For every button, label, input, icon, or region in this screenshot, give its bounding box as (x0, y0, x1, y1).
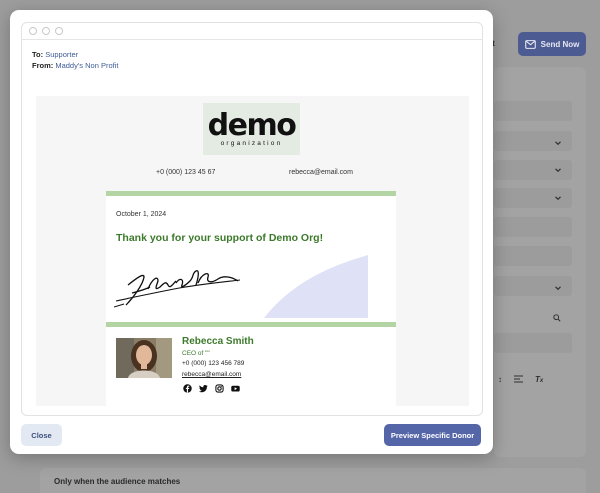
settings-field[interactable] (494, 246, 572, 266)
preview-specific-donor-button[interactable]: Preview Specific Donor (384, 424, 481, 446)
social-links (183, 384, 240, 393)
header-email: rebecca@email.com (289, 169, 353, 176)
settings-field[interactable] (494, 101, 572, 121)
settings-field[interactable] (494, 217, 572, 237)
settings-field[interactable] (494, 333, 572, 353)
chevron-down-icon[interactable] (554, 139, 562, 147)
audience-label: Only when the audience matches (54, 477, 181, 486)
organization-logo: demo organization (203, 103, 300, 155)
profile-photo (116, 338, 172, 378)
from-value: Maddy's Non Profit (55, 61, 119, 70)
to-line: To: Supporter (32, 49, 482, 60)
preview-modal: To: Supporter From: Maddy's Non Profit d… (10, 10, 493, 454)
chevron-down-icon[interactable] (554, 166, 562, 174)
send-now-button[interactable]: Send Now (518, 32, 586, 56)
text-align-icon[interactable] (514, 375, 523, 383)
to-label: To: (32, 50, 44, 59)
signer-email-link[interactable]: rebecca@email.com (182, 371, 241, 378)
window-dot (55, 27, 63, 35)
window-dot (42, 27, 50, 35)
close-button[interactable]: Close (21, 424, 62, 446)
email-card: October 1, 2024 Thank you for your suppo… (106, 191, 396, 406)
email-date: October 1, 2024 (116, 211, 167, 218)
decorative-wedge (264, 255, 368, 318)
from-line: From: Maddy's Non Profit (32, 60, 482, 71)
clear-format-icon[interactable]: Tx (535, 375, 543, 384)
to-value: Supporter (45, 50, 79, 59)
logo-subtitle: organization (220, 140, 283, 147)
signer-phone: +0 (000) 123 456 789 (182, 360, 245, 367)
instagram-icon[interactable] (215, 384, 224, 393)
window-bar (22, 23, 482, 40)
email-body: demo organization +0 (000) 123 45 67 reb… (36, 96, 469, 406)
twitter-icon[interactable] (199, 384, 208, 393)
logo-word: demo (207, 108, 297, 143)
facebook-icon[interactable] (183, 384, 192, 393)
header-phone: +0 (000) 123 45 67 (156, 169, 216, 176)
window-dot (29, 27, 37, 35)
line-height-icon[interactable]: ↕ (498, 375, 502, 384)
email-headline: Thank you for your support of Demo Org! (116, 232, 324, 244)
chevron-down-icon[interactable] (554, 194, 562, 202)
email-preview-frame: To: Supporter From: Maddy's Non Profit d… (21, 22, 483, 416)
from-label: From: (32, 61, 54, 70)
send-now-label: Send Now (540, 39, 580, 49)
youtube-icon[interactable] (231, 384, 240, 393)
chevron-down-icon[interactable] (554, 284, 562, 292)
bottom-divider (106, 322, 396, 327)
signer-name: Rebecca Smith (182, 336, 254, 347)
top-divider (106, 191, 396, 196)
send-icon (524, 39, 536, 49)
handwritten-signature (114, 270, 241, 308)
signer-title: CEO of "" (182, 350, 210, 357)
search-icon[interactable] (553, 309, 563, 322)
format-toolbar: ↕ Tx (498, 372, 554, 386)
